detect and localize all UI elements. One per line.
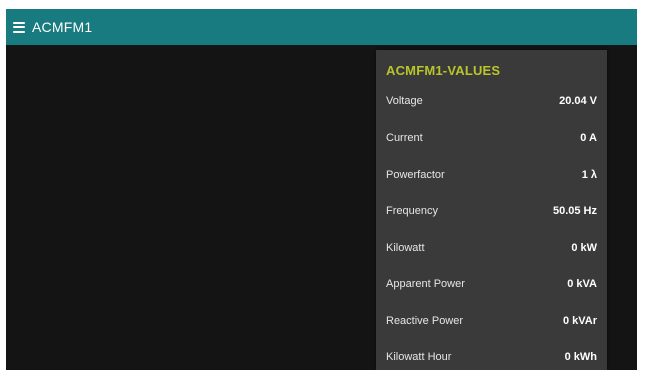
- value-reading: 0 A: [580, 132, 597, 144]
- values-panel: ACMFM1-VALUES Voltage 20.04 V Current 0 …: [376, 50, 607, 370]
- app-window: ACMFM1 ACMFM1-VALUES Voltage 20.04 V Cur…: [6, 9, 637, 370]
- value-label: Kilowatt: [386, 242, 425, 254]
- value-reading: 1 λ: [581, 169, 597, 181]
- value-reading: 50.05 Hz: [552, 205, 597, 217]
- value-label: Reactive Power: [386, 315, 464, 327]
- value-row-frequency: Frequency 50.05 Hz: [386, 203, 597, 219]
- value-label: Kilowatt Hour: [386, 351, 452, 363]
- value-label: Current: [386, 132, 423, 144]
- value-row-voltage: Voltage 20.04 V: [386, 93, 597, 109]
- value-row-kilowatt: Kilowatt 0 kW: [386, 240, 597, 256]
- value-row-powerfactor: Powerfactor 1 λ: [386, 167, 597, 183]
- value-reading: 20.04 V: [559, 95, 597, 107]
- value-row-kilowatt-hour: Kilowatt Hour 0 kWh: [386, 349, 597, 365]
- value-reading: 0 kVA: [567, 278, 597, 290]
- value-row-reactive-power: Reactive Power 0 kVAr: [386, 313, 597, 329]
- top-app-bar: ACMFM1: [6, 9, 637, 45]
- value-label: Powerfactor: [386, 169, 445, 181]
- panel-title: ACMFM1-VALUES: [386, 63, 501, 78]
- hamburger-menu-icon[interactable]: [13, 21, 25, 33]
- value-row-apparent-power: Apparent Power 0 kVA: [386, 276, 597, 292]
- app-title: ACMFM1: [32, 19, 93, 35]
- value-reading: 0 kWh: [564, 351, 597, 363]
- value-label: Voltage: [386, 95, 423, 107]
- value-label: Frequency: [386, 205, 438, 217]
- value-reading: 0 kW: [571, 242, 597, 254]
- value-label: Apparent Power: [386, 278, 465, 290]
- value-row-current: Current 0 A: [386, 130, 597, 146]
- value-reading: 0 kVAr: [562, 315, 597, 327]
